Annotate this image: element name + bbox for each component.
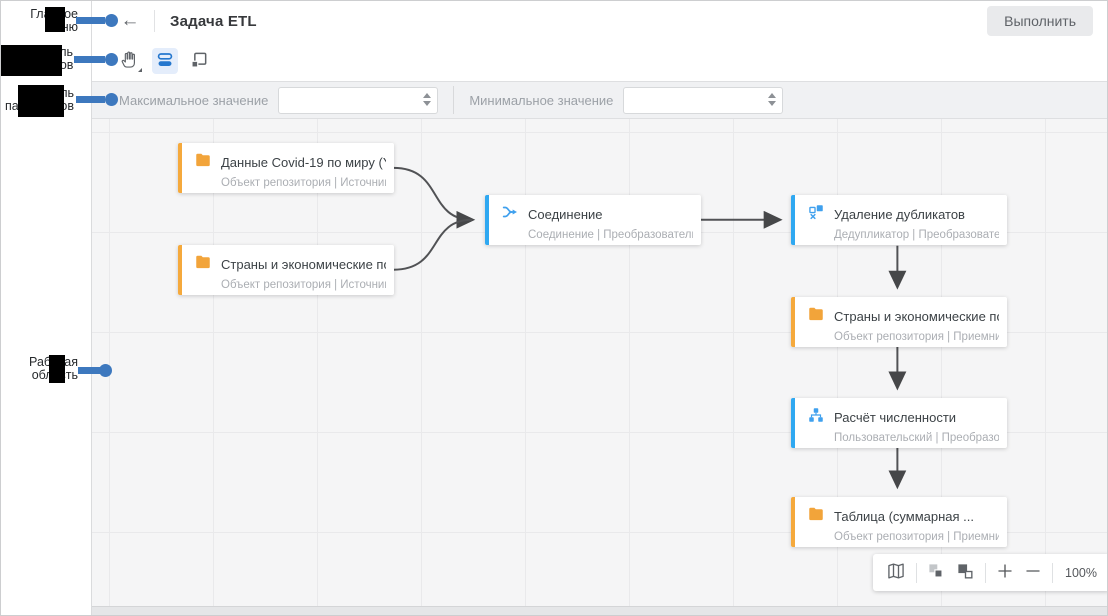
join-icon [501, 203, 519, 226]
node-accent-strip [791, 297, 795, 347]
layout-icon [156, 51, 174, 72]
stepper-icon[interactable] [768, 92, 777, 106]
fit-selection-button[interactable] [186, 48, 212, 74]
run-button[interactable]: Выполнить [987, 6, 1093, 36]
node-title: Удаление дубликатов [834, 207, 965, 222]
node-accent-strip [791, 497, 795, 547]
folder-icon [807, 305, 825, 328]
node-subtitle: Объект репозитория | Приемник [834, 331, 999, 343]
dropdown-corner-icon [138, 68, 142, 72]
zoom-out-icon [1024, 562, 1042, 583]
flow-node-join[interactable]: Соединение Соединение | Преобразователь [485, 195, 701, 245]
node-title: Данные Covid-19 по миру (Yan... [221, 155, 386, 170]
node-subtitle: Объект репозитория | Источник [221, 177, 386, 189]
folder-icon [194, 151, 212, 174]
node-accent-strip [178, 245, 182, 295]
node-title: Расчёт численности [834, 410, 957, 425]
controls-divider [916, 562, 917, 583]
annotation-pointer-dot [105, 53, 118, 66]
canvas-controls: 100% [873, 554, 1107, 591]
arrow-left-icon: ← [120, 10, 140, 31]
layout-tool-button[interactable] [152, 48, 178, 74]
parameters-divider [453, 86, 455, 114]
pan-tool-button[interactable] [118, 48, 144, 74]
flow-node-source-countries[interactable]: Страны и экономические пок... Объект реп… [178, 245, 394, 295]
max-value-input[interactable] [278, 86, 439, 114]
min-value-label: Минимальное значение [469, 92, 614, 108]
node-subtitle: Объект репозитория | Приемник [834, 531, 999, 543]
dedup-icon [807, 203, 825, 226]
node-accent-strip [178, 143, 182, 193]
toolbar [92, 41, 1107, 81]
node-title: Таблица (суммарная ... [834, 509, 974, 524]
annotation-pointer-line [76, 96, 105, 103]
node-title: Страны и экономические пок... [221, 257, 386, 272]
annotation-pointer-dot [105, 14, 118, 27]
bring-forward-icon [956, 562, 975, 584]
hierarchy-icon [807, 406, 825, 429]
node-subtitle: Объект репозитория | Источник [221, 279, 386, 291]
flow-node-calc-population[interactable]: Расчёт численности Пользовательский | Пр… [791, 398, 1007, 448]
back-button[interactable]: ← [119, 10, 141, 32]
redaction-box [49, 355, 65, 383]
minimap-button[interactable] [886, 561, 906, 584]
etl-task-screen: ← Задача ETL Выполнить Максимальное знач… [0, 0, 1108, 616]
node-accent-strip [791, 398, 795, 448]
controls-divider [985, 562, 986, 583]
send-backward-icon [927, 562, 946, 584]
annotation-pointer-dot [105, 93, 118, 106]
flow-node-deduplicate[interactable]: Удаление дубликатов Дедупликатор | Преоб… [791, 195, 1007, 245]
folder-icon [194, 253, 212, 276]
header-divider [154, 10, 155, 32]
bring-forward-button[interactable] [956, 562, 975, 584]
redaction-box [1, 45, 62, 76]
node-title: Соединение [528, 207, 603, 222]
flow-node-source-covid[interactable]: Данные Covid-19 по миру (Yan... Объект р… [178, 143, 394, 193]
annotation-pointer-dot [99, 364, 112, 377]
flow-node-sink-table[interactable]: Таблица (суммарная ... Объект репозитори… [791, 497, 1007, 547]
workspace-canvas[interactable]: Данные Covid-19 по миру (Yan... Объект р… [92, 119, 1107, 606]
redaction-box [18, 85, 64, 117]
header: ← Задача ETL Выполнить [92, 1, 1107, 41]
redaction-box [45, 7, 65, 32]
folder-icon [807, 505, 825, 528]
annotation-pointer-line [76, 17, 105, 24]
zoom-in-button[interactable] [996, 562, 1014, 583]
controls-divider [1052, 562, 1053, 583]
max-value-label: Максимальное значение [119, 92, 269, 108]
node-title: Страны и экономические пок... [834, 309, 999, 324]
resize-icon [189, 50, 209, 73]
send-backward-button[interactable] [927, 562, 946, 584]
zoom-out-button[interactable] [1024, 562, 1042, 583]
flow-node-sink-countries[interactable]: Страны и экономические пок... Объект реп… [791, 297, 1007, 347]
node-subtitle: Соединение | Преобразователь [528, 229, 693, 241]
annotation-pointer-line [78, 367, 100, 374]
node-subtitle: Дедупликатор | Преобразователь [834, 229, 999, 241]
map-icon [886, 561, 906, 584]
node-subtitle: Пользовательский | Преобразова... [834, 432, 999, 444]
stepper-icon[interactable] [423, 92, 432, 106]
page-title: Задача ETL [170, 12, 257, 30]
parameters-panel: Максимальное значение Минимальное значен… [92, 81, 1107, 119]
min-value-input[interactable] [623, 86, 784, 114]
horizontal-scrollbar[interactable] [92, 606, 1107, 615]
node-accent-strip [791, 195, 795, 245]
zoom-in-icon [996, 562, 1014, 583]
annotation-pointer-line [74, 56, 105, 63]
app-window: ← Задача ETL Выполнить Максимальное знач… [91, 1, 1107, 615]
zoom-level: 100% [1065, 565, 1097, 580]
node-accent-strip [485, 195, 489, 245]
